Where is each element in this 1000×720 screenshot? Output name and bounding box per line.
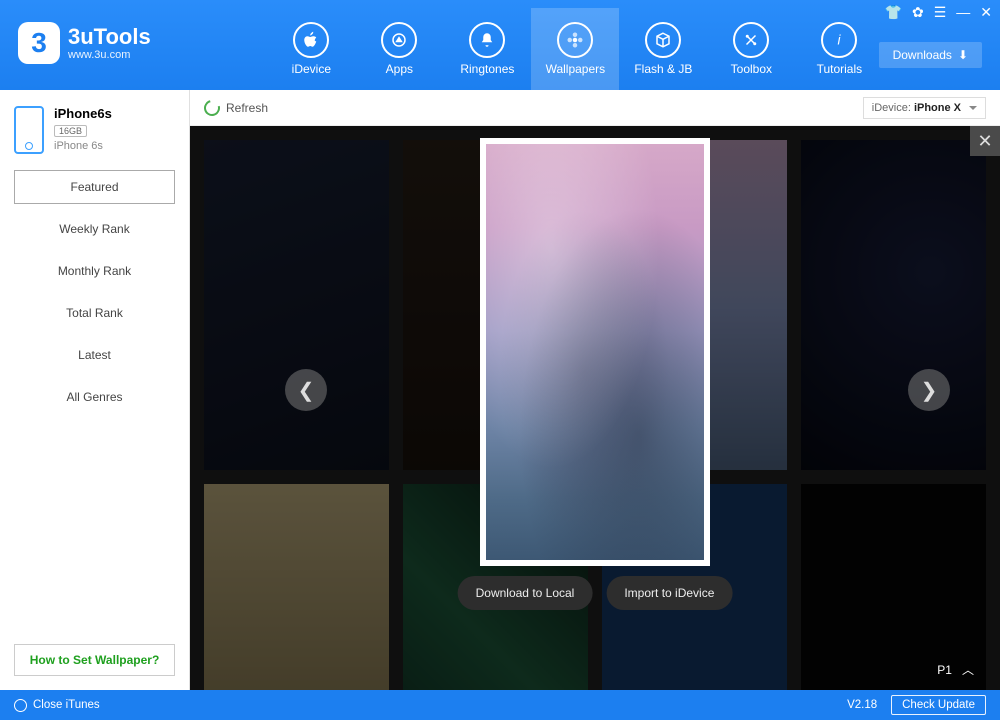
nav-toolbox[interactable]: Toolbox <box>707 8 795 90</box>
nav-apps[interactable]: Apps <box>355 8 443 90</box>
circle-icon <box>14 699 27 712</box>
preview-close-button[interactable]: ✕ <box>970 126 1000 156</box>
import-to-idevice-button[interactable]: Import to iDevice <box>606 576 732 610</box>
close-icon[interactable]: ✕ <box>980 4 992 21</box>
preview-image <box>486 144 704 560</box>
downloads-button[interactable]: Downloads ⬇ <box>879 42 982 68</box>
window-controls: 👕 ✿ ☰ — ✕ <box>885 4 992 21</box>
svg-text:i: i <box>838 33 842 48</box>
brand-badge-icon: 3 <box>18 22 60 64</box>
pager-up-button[interactable]: ︿ <box>962 661 974 678</box>
brand-subtitle: www.3u.com <box>68 49 151 61</box>
check-update-button[interactable]: Check Update <box>891 695 986 715</box>
box-icon <box>645 22 681 58</box>
minimize-icon[interactable]: — <box>956 4 970 21</box>
refresh-button[interactable]: Refresh <box>204 100 268 116</box>
apps-icon <box>381 22 417 58</box>
app-header: 3 3uTools www.3u.com iDevice Apps Ringto… <box>0 0 1000 90</box>
idevice-selector[interactable]: iDevice: iPhone X <box>863 97 986 119</box>
preview-prev-button[interactable]: ❮ <box>285 369 327 411</box>
category-total-rank[interactable]: Total Rank <box>14 296 175 330</box>
device-capacity: 16GB <box>54 125 87 137</box>
pager: P1 ︿ <box>937 661 974 678</box>
pager-label: P1 <box>937 663 952 677</box>
brand: 3 3uTools www.3u.com <box>0 0 151 64</box>
menu-icon[interactable]: ☰ <box>934 4 947 21</box>
download-to-local-button[interactable]: Download to Local <box>458 576 593 610</box>
brand-title: 3uTools <box>68 25 151 49</box>
close-itunes-button[interactable]: Close iTunes <box>14 699 100 712</box>
main-nav: iDevice Apps Ringtones Wallpapers Flash … <box>151 0 1000 90</box>
sidebar: iPhone6s 16GB iPhone 6s Featured Weekly … <box>0 90 190 690</box>
category-featured[interactable]: Featured <box>14 170 175 204</box>
version-label: V2.18 <box>847 699 877 711</box>
main-content: Refresh iDevice: iPhone X ✕ ❮ ❯ Download… <box>190 90 1000 690</box>
howto-link[interactable]: How to Set Wallpaper? <box>14 644 175 676</box>
apple-icon <box>293 22 329 58</box>
refresh-icon <box>201 97 223 119</box>
nav-ringtones[interactable]: Ringtones <box>443 8 531 90</box>
phone-icon <box>14 106 44 154</box>
device-name: iPhone6s <box>54 106 112 121</box>
tools-icon <box>733 22 769 58</box>
wallpaper-preview <box>480 138 710 566</box>
category-all-genres[interactable]: All Genres <box>14 380 175 414</box>
bell-icon <box>469 22 505 58</box>
preview-actions: Download to Local Import to iDevice <box>458 576 733 610</box>
preview-next-button[interactable]: ❯ <box>908 369 950 411</box>
category-weekly-rank[interactable]: Weekly Rank <box>14 212 175 246</box>
nav-wallpapers[interactable]: Wallpapers <box>531 8 619 90</box>
settings-icon[interactable]: ✿ <box>912 4 924 21</box>
info-icon: i <box>821 22 857 58</box>
toolbar: Refresh iDevice: iPhone X <box>190 90 1000 126</box>
download-icon: ⬇ <box>958 48 968 62</box>
flower-icon <box>557 22 593 58</box>
status-bar: Close iTunes V2.18 Check Update <box>0 690 1000 720</box>
connected-device[interactable]: iPhone6s 16GB iPhone 6s <box>14 102 175 170</box>
device-model: iPhone 6s <box>54 140 112 152</box>
nav-flash-jb[interactable]: Flash & JB <box>619 8 707 90</box>
category-latest[interactable]: Latest <box>14 338 175 372</box>
category-monthly-rank[interactable]: Monthly Rank <box>14 254 175 288</box>
nav-idevice[interactable]: iDevice <box>267 8 355 90</box>
nav-tutorials[interactable]: iTutorials <box>795 8 883 90</box>
tshirt-icon[interactable]: 👕 <box>885 4 902 21</box>
